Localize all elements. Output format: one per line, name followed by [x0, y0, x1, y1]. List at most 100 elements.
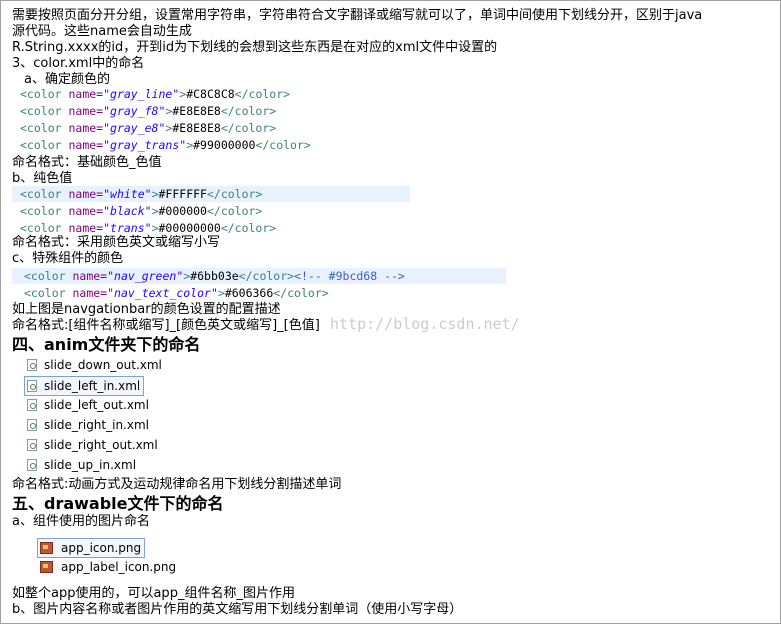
color-entry: <color name="gray_f8">#E8E8E8</color>	[20, 103, 276, 119]
xml-tag-end: >	[151, 221, 159, 235]
color-entry: <color name="black">#000000</color>	[20, 203, 262, 219]
xml-file-icon	[27, 419, 37, 431]
xml-close-tag: </color>	[206, 204, 263, 218]
anim-file-item[interactable]: slide_right_out.xml	[27, 436, 158, 454]
xml-attr-name: name=	[72, 286, 108, 300]
xml-attr-name: name=	[68, 187, 104, 201]
file-name: slide_right_out.xml	[44, 438, 158, 452]
section3-sub-b: b、纯色值	[12, 171, 73, 186]
intro-line-2: 源代码。这些name会自动生成	[12, 24, 192, 39]
section5-note: 如整个app使用的，可以app_组件名称_图片作用	[12, 586, 295, 601]
xml-file-icon	[27, 359, 37, 371]
color-name-value: "gray_trans"	[103, 138, 187, 152]
file-name: slide_right_in.xml	[44, 418, 149, 432]
xml-attr-name: name=	[72, 269, 108, 283]
xml-attr-name: name=	[68, 87, 104, 101]
color-hex-value: #E8E8E8	[172, 121, 221, 135]
section3-sub-c: c、特殊组件的颜色	[12, 251, 124, 266]
xml-close-tag: </color>	[234, 87, 291, 101]
xml-open-tag: <color	[24, 286, 73, 300]
intro-line-3: R.String.xxxx的id，开到id为下划线的会想到这些东西是在对应的xm…	[12, 40, 498, 55]
xml-open-tag: <color	[24, 269, 73, 283]
xml-close-tag: </color>	[220, 104, 277, 118]
xml-close-tag: </color>	[220, 221, 277, 235]
png-file-icon	[40, 561, 53, 573]
watermark: http://blog.csdn.net/	[330, 315, 520, 333]
color-entry: <color name="gray_line">#C8C8C8</color>	[20, 86, 290, 102]
file-name: app_icon.png	[61, 541, 142, 555]
drawable-file-item[interactable]: app_icon.png	[37, 538, 146, 558]
xml-file-icon	[27, 399, 37, 411]
xml-file-icon	[27, 439, 37, 451]
xml-open-tag: <color	[20, 204, 69, 218]
section3-format-b: 命名格式：采用颜色英文或缩写小写	[12, 235, 221, 250]
intro-line-1: 需要按照页面分开分组，设置常用字符串，字符串符合文字翻译或缩写就可以了，单词中间…	[12, 8, 703, 23]
xml-attr-name: name=	[68, 121, 104, 135]
color-entry: <color name="white">#FFFFFF</color>	[20, 186, 262, 202]
xml-tag-end: >	[217, 286, 225, 300]
anim-file-item[interactable]: slide_right_in.xml	[27, 416, 149, 434]
color-name-value: "gray_e8"	[103, 121, 166, 135]
section5-title: 五、drawable文件下的命名	[12, 494, 224, 513]
section4-title: 四、anim文件夹下的命名	[12, 335, 201, 354]
xml-open-tag: <color	[20, 221, 69, 235]
xml-open-tag: <color	[20, 104, 69, 118]
color-hex-value: #99000000	[193, 138, 256, 152]
xml-attr-name: name=	[68, 221, 104, 235]
xml-close-tag: </color>	[255, 138, 311, 152]
color-hex-value: #C8C8C8	[186, 87, 235, 101]
color-entry: <color name="nav_green">#6bb03e</color><…	[24, 268, 405, 284]
drawable-file-item[interactable]: app_label_icon.png	[40, 558, 176, 576]
file-name: slide_left_in.xml	[44, 379, 141, 393]
xml-open-tag: <color	[20, 138, 69, 152]
section3-title: 3、color.xml中的命名	[12, 56, 145, 71]
color-entry: <color name="gray_e8">#E8E8E8</color>	[20, 120, 276, 136]
anim-file-item[interactable]: slide_left_in.xml	[24, 376, 145, 396]
section3-format-c: 命名格式:[组件名称或缩写]_[颜色英文或缩写]_[色值]	[12, 318, 320, 333]
xml-attr-name: name=	[68, 104, 104, 118]
xml-open-tag: <color	[20, 87, 69, 101]
xml-close-tag: </color>	[273, 286, 329, 300]
file-name: slide_left_out.xml	[44, 398, 149, 412]
color-entry: <color name="nav_text_color">#606366</co…	[24, 285, 329, 301]
color-hex-value: #000000	[158, 204, 207, 218]
section5-sub-b: b、图片内容名称或者图片作用的英文缩写用下划线分割单词（使用小写字母）	[12, 602, 463, 617]
section4-format: 命名格式:动画方式及运动规律命名用下划线分割描述单词	[12, 477, 342, 492]
xml-open-tag: <color	[20, 121, 69, 135]
xml-comment: <!-- #9bcd68 -->	[294, 269, 405, 283]
xml-open-tag: <color	[20, 187, 69, 201]
xml-attr-name: name=	[68, 138, 104, 152]
xml-tag-end: >	[151, 187, 159, 201]
color-entry: <color name="gray_trans">#99000000</colo…	[20, 137, 311, 153]
color-name-value: "nav_text_color"	[107, 286, 218, 300]
xml-file-icon	[27, 459, 37, 471]
file-name: app_label_icon.png	[61, 560, 177, 574]
color-name-value: "gray_line"	[103, 87, 180, 101]
file-name: slide_up_in.xml	[44, 458, 137, 472]
color-hex-value: #E8E8E8	[172, 104, 221, 118]
color-hex-value: #606366	[224, 286, 274, 300]
color-entry: <color name="trans">#00000000</color>	[20, 220, 276, 236]
xml-attr-name: name=	[68, 204, 104, 218]
anim-file-item[interactable]: slide_up_in.xml	[27, 456, 136, 474]
section5-sub-a: a、组件使用的图片命名	[12, 514, 150, 529]
color-name-value: "white"	[103, 187, 152, 201]
anim-file-item[interactable]: slide_left_out.xml	[27, 396, 149, 414]
color-name-value: "nav_green"	[107, 269, 184, 283]
xml-tag-end: >	[151, 204, 159, 218]
xml-close-tag: </color>	[238, 269, 295, 283]
color-hex-value: #6bb03e	[190, 269, 239, 283]
png-file-icon	[40, 542, 53, 554]
color-name-value: "black"	[103, 204, 152, 218]
color-name-value: "gray_f8"	[103, 104, 166, 118]
color-hex-value: #FFFFFF	[158, 187, 207, 201]
xml-close-tag: </color>	[220, 121, 277, 135]
color-name-value: "trans"	[103, 221, 152, 235]
section3-format-a: 命名格式：基础颜色_色值	[12, 155, 162, 170]
xml-file-icon	[27, 380, 37, 392]
section3-desc-c: 如上图是navgationbar的颜色设置的配置描述	[12, 302, 281, 317]
anim-file-item[interactable]: slide_down_out.xml	[27, 356, 162, 374]
xml-close-tag: </color>	[206, 187, 263, 201]
file-name: slide_down_out.xml	[44, 358, 162, 372]
color-hex-value: #00000000	[158, 221, 221, 235]
